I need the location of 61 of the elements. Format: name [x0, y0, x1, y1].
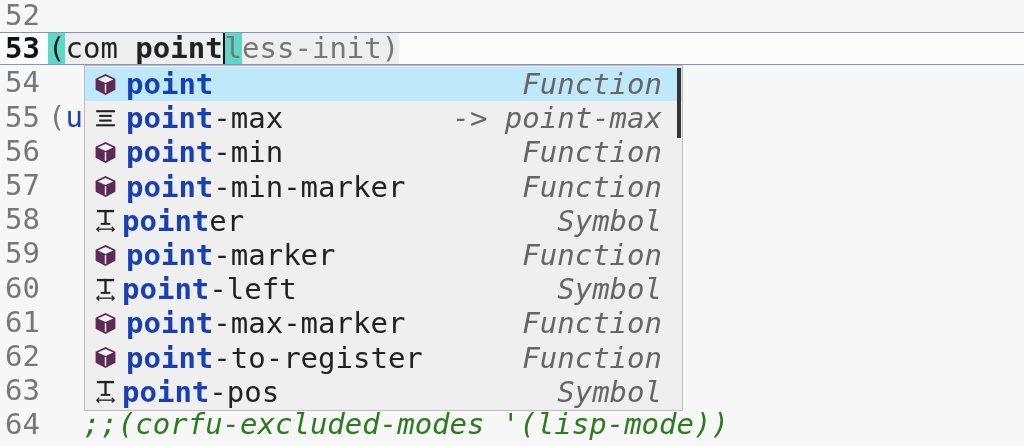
- completion-item[interactable]: point-marker Function: [85, 237, 682, 273]
- code-text: com: [65, 33, 119, 65]
- candidate-text: point-left: [122, 272, 297, 307]
- line-number: 61: [4, 304, 40, 339]
- line-number: 52: [4, 0, 40, 33]
- line-number: 58: [4, 202, 40, 237]
- annotation-text: Function: [522, 306, 662, 341]
- completion-item[interactable]: point-left Symbol: [85, 272, 682, 307]
- code-text: ess-init): [242, 33, 400, 65]
- completion-item[interactable]: point-to-register Function: [85, 340, 682, 375]
- annotation-text: Symbol: [557, 374, 662, 409]
- candidate-text: point: [126, 67, 214, 102]
- cube-icon: [93, 71, 118, 97]
- line-number: 62: [4, 338, 40, 374]
- line-number: 56: [4, 133, 40, 168]
- annotation-text: Symbol: [557, 272, 662, 307]
- completion-item[interactable]: point-max-marker Function: [85, 306, 682, 341]
- line-number: 59: [4, 236, 40, 271]
- annotation-text: -> point-max: [452, 101, 662, 136]
- completion-item[interactable]: point-min Function: [85, 135, 682, 170]
- annotation-text: Function: [522, 169, 662, 204]
- text-width-icon: [93, 208, 118, 234]
- cube-icon: [93, 174, 118, 200]
- annotation-text: Function: [522, 135, 662, 170]
- code-text: (: [48, 99, 66, 134]
- line-number: 53: [4, 33, 40, 65]
- completion-item[interactable]: pointer Symbol: [85, 203, 682, 238]
- cube-icon: [93, 310, 118, 336]
- completion-item[interactable]: point Function: [85, 67, 682, 102]
- line-number: 63: [4, 373, 40, 408]
- annotation-text: Symbol: [557, 203, 662, 238]
- code-text: u: [65, 99, 83, 134]
- candidate-text: pointer: [122, 203, 245, 238]
- line-number: 57: [4, 167, 40, 203]
- cube-icon: [93, 139, 118, 165]
- candidate-text: point-pos: [122, 374, 280, 409]
- line-number: 64: [4, 407, 40, 442]
- candidate-text: point-marker: [126, 238, 336, 273]
- completion-item[interactable]: point-max -> point-max: [85, 101, 682, 136]
- code-text: (: [48, 33, 66, 65]
- completion-item[interactable]: point-min-marker Function: [85, 169, 682, 204]
- candidate-text: point-min-marker: [126, 169, 406, 204]
- candidate-text: point-min: [126, 135, 284, 170]
- scrollbar-thumb[interactable]: [677, 68, 681, 138]
- annotation-text: Function: [522, 67, 662, 102]
- line-number: 60: [4, 270, 40, 305]
- annotation-text: Function: [522, 340, 662, 375]
- annotation-text: Function: [522, 238, 662, 273]
- text-cursor: [222, 33, 225, 65]
- line-number: 55: [4, 99, 40, 134]
- candidate-text: point-to-register: [126, 340, 423, 375]
- cube-icon: [93, 345, 118, 371]
- text-width-icon: [93, 379, 118, 405]
- text-width-icon: [93, 276, 118, 302]
- line-number: 54: [4, 65, 40, 100]
- completion-item[interactable]: point-pos Symbol: [85, 374, 682, 409]
- code-text: ;;(corfu-excluded-modes '(lisp-mode)): [81, 407, 729, 442]
- candidate-text: point-max: [126, 101, 284, 136]
- code-text: point: [135, 33, 223, 65]
- candidate-text: point-max-marker: [126, 306, 406, 341]
- cube-icon: [93, 242, 118, 268]
